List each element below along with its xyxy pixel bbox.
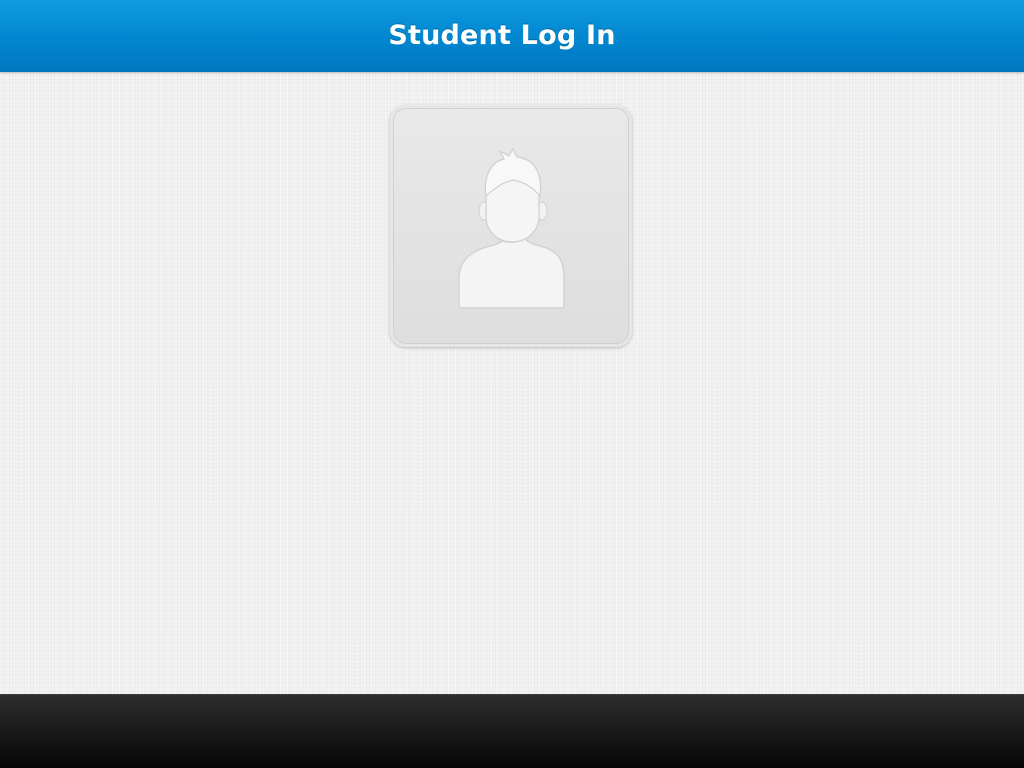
student-login-screen: Student Log In [0, 0, 1024, 768]
page-title: Student Log In [388, 19, 616, 51]
bottom-toolbar [0, 694, 1024, 768]
student-avatar-tile[interactable] [390, 105, 632, 347]
user-avatar-icon [458, 147, 565, 309]
header-bar: Student Log In [0, 0, 1024, 72]
